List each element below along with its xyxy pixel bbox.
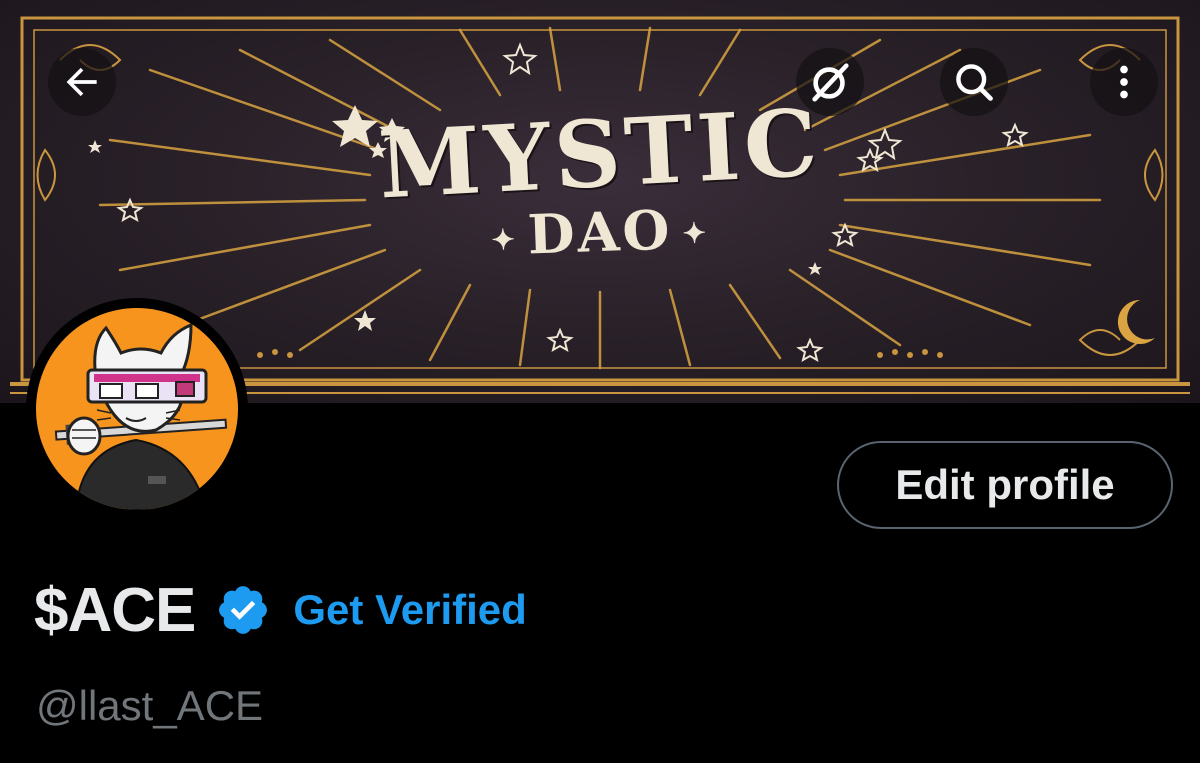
back-button[interactable] [48, 48, 116, 116]
profile-handle: @llast_ACE [36, 682, 264, 729]
get-verified-link[interactable]: Get Verified [293, 586, 526, 634]
star-icon: ✦ [490, 223, 519, 258]
banner-subtitle-text: DAO [526, 197, 674, 267]
more-options-button[interactable] [1090, 48, 1158, 116]
search-button[interactable] [940, 48, 1008, 116]
more-vertical-icon [1120, 65, 1128, 99]
avatar-frame[interactable] [26, 298, 248, 520]
arrow-left-icon [66, 67, 97, 97]
avatar-cat-illustration [54, 322, 228, 510]
profile-name-row: $ACE Get Verified [34, 572, 527, 648]
search-icon [956, 64, 993, 101]
profile-page: MYSTIC ✦ DAO ✦ Edit profile $ACE Get Ver… [0, 0, 1200, 763]
edit-profile-button[interactable]: Edit profile [837, 441, 1173, 529]
grok-button[interactable] [796, 48, 864, 116]
star-icon: ✦ [681, 216, 710, 251]
grok-icon [812, 63, 849, 102]
display-name: $ACE [34, 575, 196, 645]
verified-badge-icon[interactable] [215, 582, 271, 638]
avatar[interactable] [36, 308, 238, 510]
